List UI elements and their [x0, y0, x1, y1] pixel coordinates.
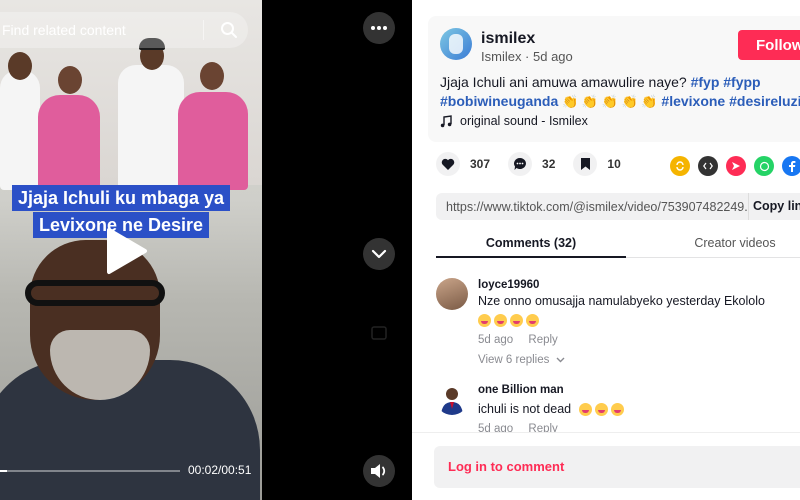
- search-icon[interactable]: [214, 15, 244, 45]
- clap-emojis: 👏 👏 👏 👏 👏: [562, 94, 658, 109]
- follow-button[interactable]: Follow: [738, 30, 800, 60]
- like-count: 307: [470, 157, 491, 171]
- post-description: Jjaja Ichuli ani amuwa amawulire naye? #…: [440, 73, 800, 111]
- author-username[interactable]: ismilex: [481, 30, 535, 48]
- description-text: Jjaja Ichuli ani amuwa amawulire naye?: [440, 74, 691, 90]
- speaker-icon: [371, 464, 386, 478]
- caption-line-1: Jjaja Ichuli ku mbaga ya: [11, 185, 231, 211]
- tab-creator-videos[interactable]: Creator videos: [650, 228, 800, 250]
- hashtag[interactable]: #levixone: [661, 93, 725, 109]
- author-avatar[interactable]: [440, 28, 472, 60]
- whatsapp-icon[interactable]: [754, 156, 774, 176]
- comment-text-content: ichuli is not dead: [478, 402, 572, 416]
- login-to-comment-button[interactable]: Log in to comment: [434, 446, 800, 488]
- sound-link[interactable]: original sound - Ismilex: [440, 114, 588, 128]
- copy-link-button[interactable]: Copy link: [748, 193, 800, 220]
- video-progress-fill: [0, 470, 8, 472]
- view-replies-label: View 6 replies: [478, 354, 550, 366]
- more-options-button[interactable]: [363, 12, 395, 44]
- video-link-box: https://www.tiktok.com/@ismilex/video/75…: [436, 193, 800, 220]
- comment-footer: Log in to comment: [412, 432, 800, 500]
- bookmark-icon: [573, 152, 598, 176]
- chevron-down-icon: [556, 357, 565, 363]
- video-progress-bar[interactable]: [0, 470, 180, 472]
- music-note-icon: [440, 114, 452, 127]
- volume-button[interactable]: [363, 455, 395, 487]
- save-button[interactable]: 10: [573, 152, 621, 176]
- details-panel: ismilex Ismilex · 5d ago Follow Jjaja Ic…: [412, 0, 800, 500]
- comment-date: 5d ago: [478, 334, 514, 346]
- comment-item: loyce19960 Nze onno omusajja namulabyeko…: [436, 278, 800, 378]
- send-icon[interactable]: [726, 156, 746, 176]
- sound-name: original sound - Ismilex: [460, 114, 588, 128]
- hashtag[interactable]: #desireluzinda: [729, 93, 800, 109]
- commenter-avatar[interactable]: [436, 278, 468, 310]
- comment-text: Nze onno omusajja namulabyeko yesterday …: [478, 294, 765, 308]
- comment-count: 32: [542, 157, 556, 171]
- play-icon[interactable]: [103, 226, 149, 276]
- video-url[interactable]: https://www.tiktok.com/@ismilex/video/75…: [436, 200, 748, 214]
- comment-tabs: Comments (32) Creator videos: [436, 228, 800, 258]
- hashtag[interactable]: #bobiwineuganda: [440, 93, 558, 109]
- more-icon: [371, 26, 387, 30]
- comment-button[interactable]: 32: [508, 152, 555, 176]
- view-replies-button[interactable]: View 6 replies: [478, 354, 565, 366]
- share-buttons: [670, 156, 800, 176]
- like-button[interactable]: 307: [436, 152, 490, 176]
- tab-comments[interactable]: Comments (32): [436, 228, 626, 258]
- post-card: ismilex Ismilex · 5d ago Follow Jjaja Ic…: [428, 16, 800, 142]
- engagement-bar: 307 32 10: [436, 152, 639, 176]
- hashtag[interactable]: #fyp: [691, 74, 720, 90]
- repost-icon[interactable]: [670, 156, 690, 176]
- next-video-button[interactable]: [363, 238, 395, 270]
- comment-text: ichuli is not dead: [478, 402, 627, 417]
- chevron-down-icon: [371, 249, 387, 259]
- facebook-icon[interactable]: [782, 156, 800, 176]
- video-time: 00:02/00:51: [188, 463, 252, 477]
- comment-emojis: [478, 313, 542, 328]
- video-player[interactable]: Find related content Jjaja Ichuli ku mba…: [0, 0, 262, 500]
- embed-icon[interactable]: [698, 156, 718, 176]
- related-search-bar[interactable]: Find related content: [0, 12, 248, 48]
- video-panel: Find related content Jjaja Ichuli ku mba…: [0, 0, 412, 500]
- search-divider: [203, 20, 204, 40]
- reply-button[interactable]: Reply: [528, 334, 557, 346]
- author-meta: Ismilex · 5d ago: [481, 49, 573, 64]
- search-input[interactable]: Find related content: [2, 22, 203, 38]
- heart-icon: [436, 152, 460, 176]
- comment-meta: 5d ago Reply: [478, 334, 558, 346]
- commenter-avatar[interactable]: [436, 383, 468, 415]
- commenter-username[interactable]: one Billion man: [478, 384, 564, 396]
- report-icon: [370, 324, 388, 347]
- commenter-username[interactable]: loyce19960: [478, 279, 539, 291]
- save-count: 10: [607, 157, 621, 171]
- comment-icon: [508, 152, 533, 176]
- login-label: Log in to comment: [448, 459, 565, 474]
- hashtag[interactable]: #fypp: [723, 74, 760, 90]
